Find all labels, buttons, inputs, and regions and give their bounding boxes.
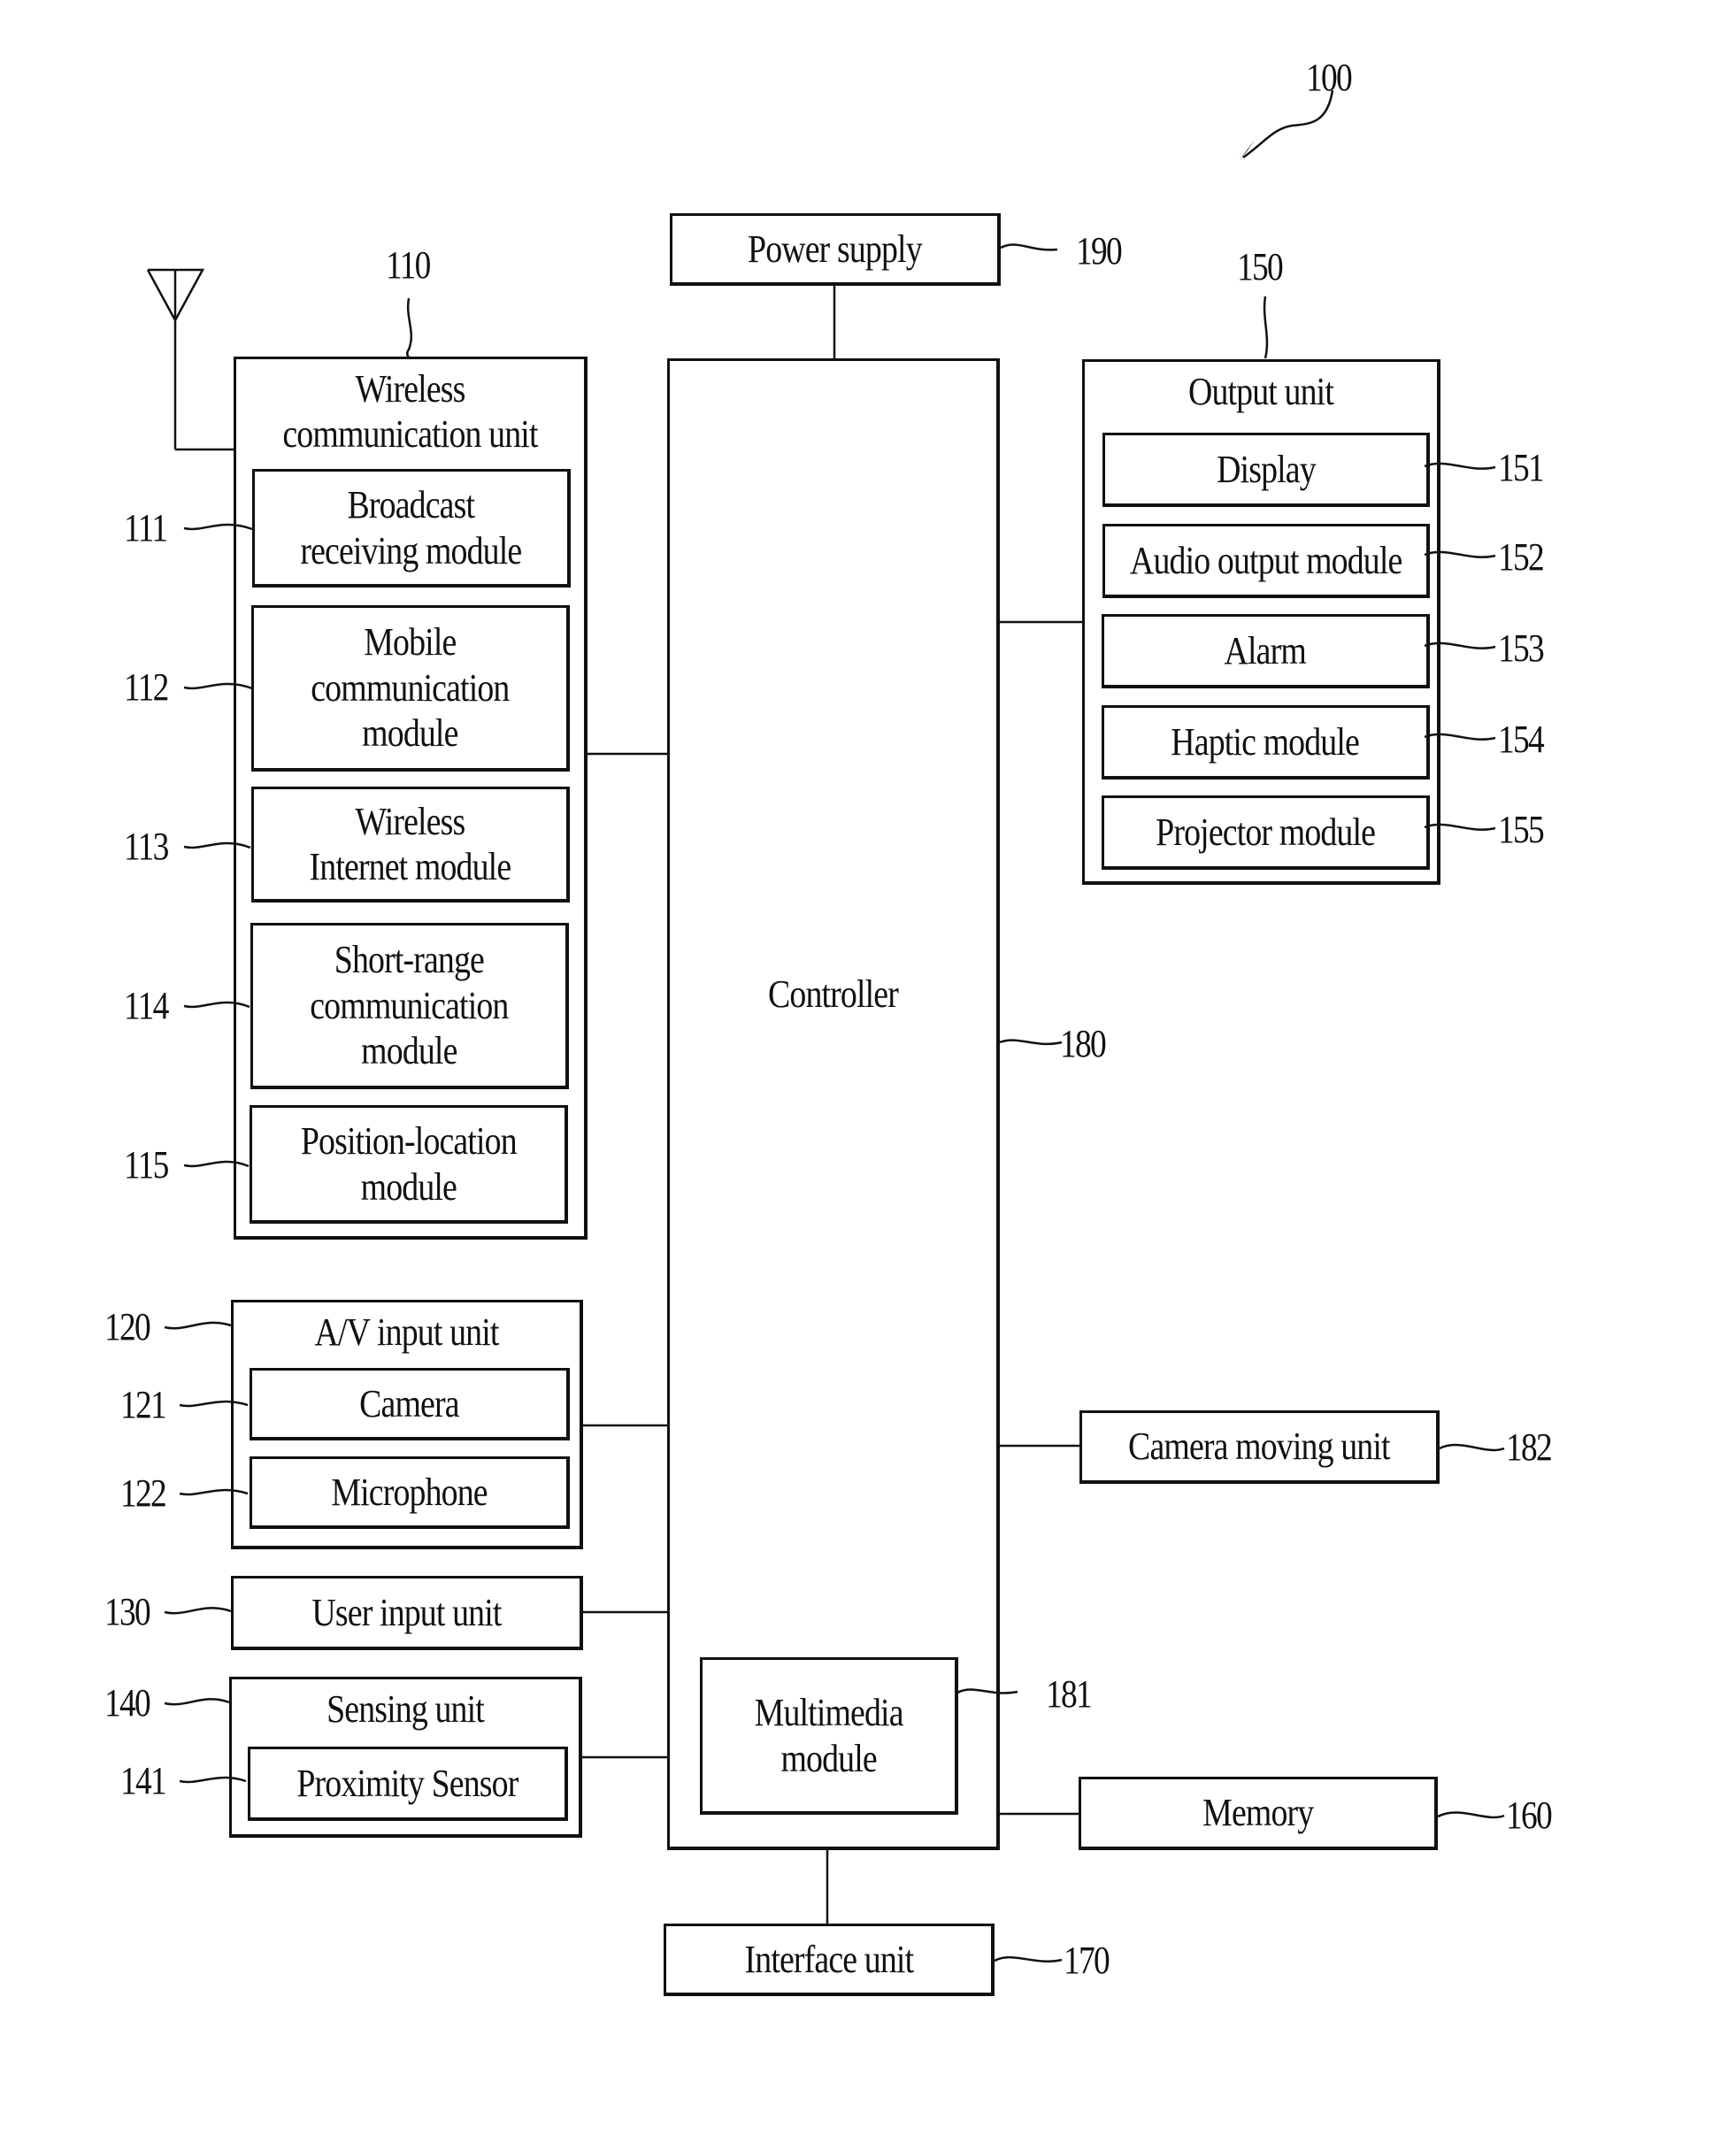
ref-121: 121 — [120, 1383, 167, 1426]
ref-112: 112 — [124, 665, 169, 709]
ref-153: 153 — [1498, 626, 1545, 670]
alarm-box: Alarm — [1102, 614, 1430, 688]
av-input-unit-ref: 120 — [104, 1305, 151, 1348]
memory-ref: 160 — [1506, 1794, 1553, 1837]
module-label: Position-location module — [300, 1119, 518, 1209]
mobile-communication-module-box: Mobile communication module — [251, 605, 570, 772]
multimedia-module-label: Multimedia module — [754, 1691, 904, 1780]
module-label: Short-range communication module — [310, 938, 509, 1073]
interface-unit-ref: 170 — [1064, 1939, 1110, 1982]
sensing-unit-box: Sensing unit Proximity Sensor — [229, 1677, 582, 1838]
user-input-unit-box: User input unit — [231, 1576, 583, 1650]
antenna-icon — [146, 268, 234, 451]
module-label: Mobile communication module — [311, 620, 510, 756]
av-input-unit-label: A/V input unit — [314, 1310, 499, 1354]
output-unit-label: Output unit — [1188, 370, 1334, 413]
module-label: Camera — [359, 1381, 459, 1425]
power-supply-box: Power supply — [670, 213, 1001, 286]
multimedia-module-box: Multimedia module — [700, 1657, 958, 1815]
position-location-module-box: Position-location module — [250, 1105, 568, 1224]
module-label: Haptic module — [1171, 719, 1361, 764]
av-input-unit-box: A/V input unit Camera Microphone — [231, 1300, 583, 1549]
ref-155: 155 — [1498, 808, 1545, 851]
wireless-unit-label: Wireless communication unit — [282, 367, 538, 457]
module-label: Wireless Internet module — [309, 799, 512, 888]
camera-box: Camera — [250, 1368, 570, 1440]
wireless-communication-unit-box: Wireless communication unit Broadcast re… — [234, 357, 588, 1240]
ref-154: 154 — [1498, 718, 1545, 761]
module-label: Broadcast receiving module — [300, 483, 523, 572]
camera-moving-unit-box: Camera moving unit — [1079, 1410, 1440, 1484]
ref-122: 122 — [120, 1471, 167, 1515]
memory-label: Memory — [1202, 1791, 1314, 1835]
memory-box: Memory — [1079, 1777, 1438, 1850]
haptic-module-box: Haptic module — [1102, 705, 1430, 780]
figure-ref: 100 — [1306, 56, 1353, 99]
output-unit-ref: 150 — [1237, 245, 1284, 288]
ref-141: 141 — [120, 1759, 167, 1802]
ref-114: 114 — [124, 984, 169, 1027]
short-range-communication-module-box: Short-range communication module — [250, 923, 569, 1089]
power-supply-label: Power supply — [748, 227, 923, 271]
module-label: Audio output module — [1129, 538, 1402, 582]
wireless-internet-module-box: Wireless Internet module — [251, 787, 570, 903]
projector-module-box: Projector module — [1102, 795, 1430, 870]
controller-ref: 180 — [1060, 1022, 1107, 1065]
module-label: Proximity Sensor — [296, 1761, 518, 1805]
ref-115: 115 — [124, 1143, 169, 1187]
wireless-unit-ref: 110 — [386, 243, 431, 287]
module-label: Display — [1216, 447, 1317, 491]
module-label: Microphone — [331, 1470, 488, 1514]
ref-152: 152 — [1498, 535, 1545, 579]
module-label: Projector module — [1156, 810, 1376, 854]
proximity-sensor-box: Proximity Sensor — [248, 1747, 568, 1821]
user-input-unit-ref: 130 — [104, 1590, 151, 1633]
audio-output-module-box: Audio output module — [1102, 524, 1430, 598]
microphone-box: Microphone — [250, 1456, 570, 1529]
camera-moving-unit-ref: 182 — [1506, 1425, 1553, 1469]
sensing-unit-label: Sensing unit — [326, 1687, 485, 1731]
output-unit-box: Output unit Display Audio output module … — [1082, 359, 1440, 885]
display-box: Display — [1102, 433, 1430, 507]
sensing-unit-ref: 140 — [104, 1681, 151, 1724]
camera-moving-unit-label: Camera moving unit — [1128, 1425, 1390, 1469]
interface-unit-label: Interface unit — [744, 1937, 914, 1981]
controller-box: Controller Multimedia module — [667, 358, 1000, 1850]
broadcast-receiving-module-box: Broadcast receiving module — [252, 469, 571, 588]
ref-113: 113 — [124, 825, 169, 868]
ref-111: 111 — [124, 506, 168, 549]
interface-unit-box: Interface unit — [664, 1924, 995, 1996]
ref-151: 151 — [1498, 446, 1545, 489]
module-label: Alarm — [1224, 628, 1307, 672]
power-supply-ref: 190 — [1076, 229, 1123, 273]
user-input-unit-label: User input unit — [311, 1590, 502, 1634]
multimedia-module-ref: 181 — [1046, 1672, 1093, 1716]
controller-label: Controller — [768, 972, 899, 1016]
